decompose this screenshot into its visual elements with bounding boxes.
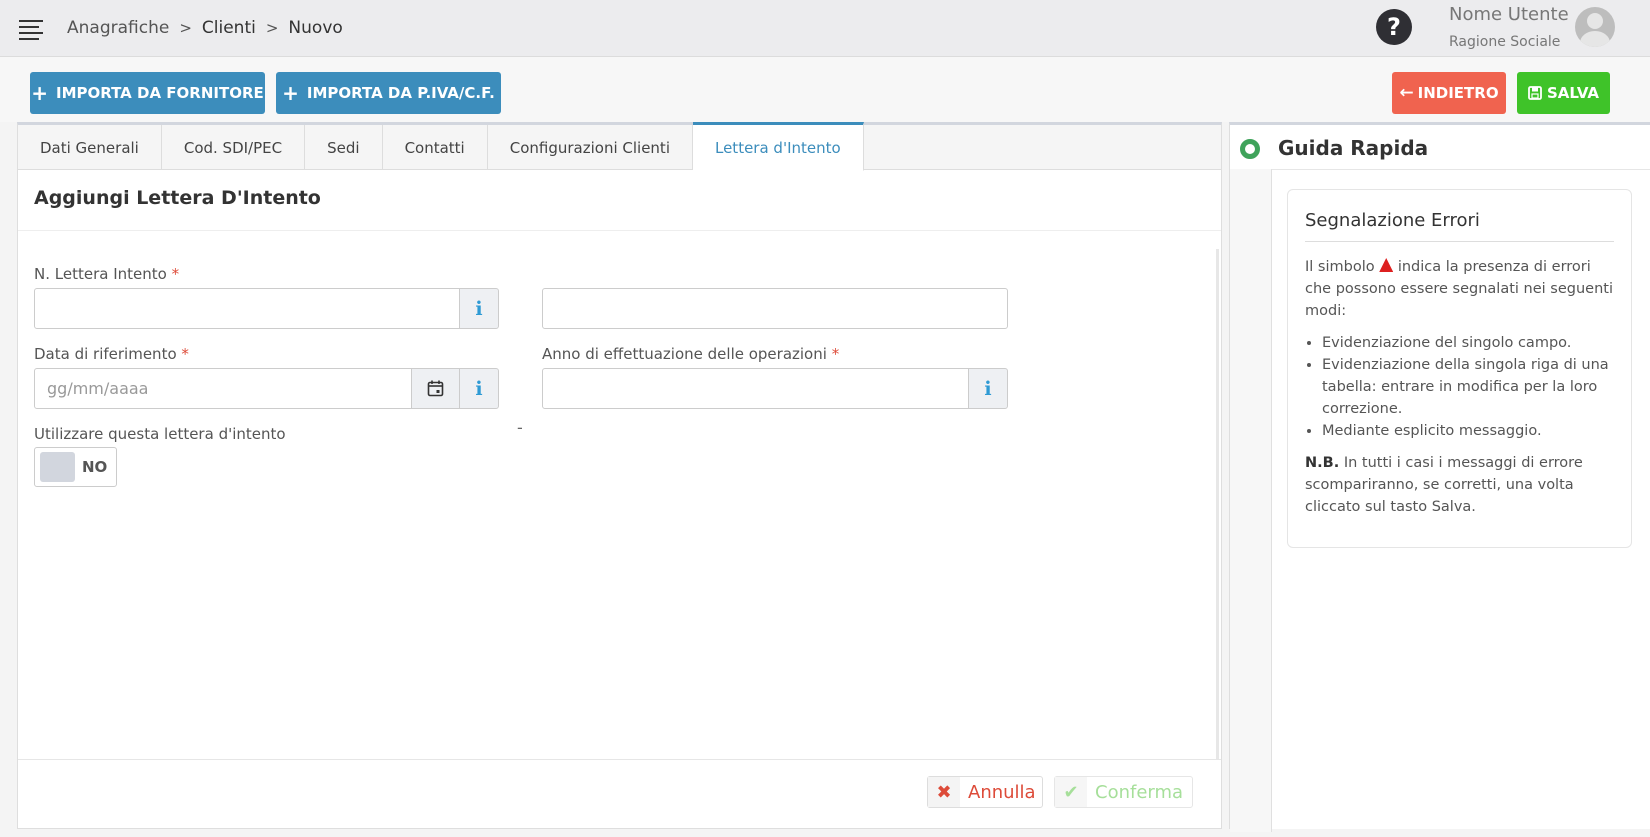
divider (1230, 169, 1650, 170)
save-label: SALVA (1546, 84, 1600, 102)
check-icon: ✔ (1055, 777, 1087, 807)
calendar-icon (427, 380, 444, 397)
info-icon: i (475, 297, 483, 320)
quick-guide-title: Guida Rapida (1278, 136, 1429, 160)
n-lettera-intento-input[interactable] (34, 288, 460, 329)
tab-dati-generali[interactable]: Dati Generali (18, 125, 162, 170)
dash-separator: - (517, 418, 523, 437)
anno-effettuazione-input[interactable] (542, 368, 969, 409)
tab-cod-sdi-pec[interactable]: Cod. SDI/PEC (162, 125, 306, 170)
import-piva-label: IMPORTA DA P.IVA/C.F. (306, 84, 495, 102)
arrow-left-icon: ← (1399, 83, 1414, 103)
section-title: Aggiungi Lettera D'Intento (34, 187, 321, 209)
error-info-intro: Il simbolo indica la presenza di errori … (1305, 256, 1614, 322)
nb-note: N.B. In tutti i casi i messaggi di error… (1305, 452, 1614, 518)
required-marker: * (171, 265, 180, 283)
breadcrumb-clienti[interactable]: Clienti (202, 18, 256, 38)
list-item: Evidenziazione della singola riga di una… (1322, 354, 1614, 420)
error-info-box: Segnalazione Errori Il simbolo indica la… (1287, 189, 1632, 548)
intro-text-before: Il simbolo (1305, 259, 1375, 275)
utilizzare-lettera-label: Utilizzare questa lettera d'intento (34, 425, 286, 443)
utilizzare-lettera-toggle[interactable]: NO (34, 447, 117, 487)
anno-info-button[interactable]: i (968, 368, 1008, 409)
confirm-button[interactable]: ✔ Conferma (1054, 776, 1193, 808)
top-header: Anagrafiche > Clienti > Nuovo ? Nome Ute… (0, 0, 1650, 57)
required-marker: * (181, 345, 189, 363)
main-form-panel: Dati Generali Cod. SDI/PEC Sedi Contatti… (17, 122, 1222, 829)
toggle-knob (40, 452, 75, 482)
import-supplier-label: IMPORTA DA FORNITORE (55, 84, 264, 102)
warning-icon (1379, 258, 1394, 272)
cancel-button[interactable]: ✖ Annulla (927, 776, 1043, 808)
import-piva-button[interactable]: + IMPORTA DA P.IVA/C.F. (276, 72, 501, 114)
back-button[interactable]: ← INDIETRO (1392, 72, 1506, 114)
avatar[interactable] (1575, 7, 1615, 47)
calendar-button[interactable] (411, 368, 460, 409)
anno-effettuazione-label: Anno di effettuazione delle operazioni * (542, 345, 839, 363)
menu-icon[interactable] (19, 18, 43, 40)
n-lettera-intento-label: N. Lettera Intento * (34, 265, 179, 283)
tab-lettera-intento[interactable]: Lettera d'Intento (692, 122, 864, 171)
error-methods-list: Evidenziazione del singolo campo. Eviden… (1305, 332, 1614, 442)
anno-effettuazione-label-text: Anno di effettuazione delle operazioni (542, 345, 827, 363)
cancel-label: Annulla (968, 781, 1036, 803)
breadcrumb-separator: > (265, 19, 279, 37)
tab-bar: Dati Generali Cod. SDI/PEC Sedi Contatti… (18, 122, 1221, 171)
save-button[interactable]: SALVA (1517, 72, 1610, 114)
user-company: Ragione Sociale (1449, 34, 1561, 50)
info-icon: i (475, 377, 483, 400)
back-label: INDIETRO (1417, 84, 1499, 102)
n-lettera-info-button[interactable]: i (459, 288, 499, 329)
info-icon: i (984, 377, 992, 400)
divider (18, 230, 1221, 231)
action-toolbar: + IMPORTA DA FORNITORE + IMPORTA DA P.IV… (0, 57, 1650, 122)
nb-text: In tutti i casi i messaggi di errore sco… (1305, 455, 1583, 515)
lifebuoy-icon (1240, 139, 1260, 159)
breadcrumb-separator: > (179, 19, 192, 37)
list-item: Evidenziazione del singolo campo. (1322, 332, 1614, 354)
tab-contatti[interactable]: Contatti (383, 125, 488, 170)
help-icon[interactable]: ? (1376, 9, 1412, 45)
data-riferimento-label-text: Data di riferimento (34, 345, 177, 363)
data-riferimento-label: Data di riferimento * (34, 345, 189, 363)
data-riferimento-input[interactable]: gg/mm/aaaa (34, 368, 412, 409)
tab-configurazioni-clienti[interactable]: Configurazioni Clienti (488, 125, 693, 170)
error-info-title: Segnalazione Errori (1305, 210, 1614, 242)
scrollbar[interactable] (1216, 249, 1219, 759)
required-marker: * (831, 345, 840, 363)
n-lettera-intento-suffix-input[interactable] (542, 288, 1008, 329)
breadcrumb-nuovo: Nuovo (288, 18, 343, 38)
list-item: Mediante esplicito messaggio. (1322, 420, 1614, 442)
plus-icon: + (31, 81, 48, 105)
help-side-strip (1230, 169, 1272, 832)
tab-sedi[interactable]: Sedi (305, 125, 383, 170)
import-supplier-button[interactable]: + IMPORTA DA FORNITORE (30, 72, 265, 114)
divider (18, 759, 1221, 760)
quick-guide-panel: Guida Rapida Segnalazione Errori Il simb… (1229, 122, 1650, 832)
data-riferimento-info-button[interactable]: i (459, 368, 499, 409)
confirm-label: Conferma (1095, 781, 1184, 803)
close-icon: ✖ (928, 777, 960, 807)
user-name: Nome Utente (1449, 4, 1569, 25)
n-lettera-intento-label-text: N. Lettera Intento (34, 265, 167, 283)
breadcrumb-anagrafiche[interactable]: Anagrafiche (67, 18, 169, 38)
toggle-state-label: NO (82, 458, 108, 476)
breadcrumb: Anagrafiche > Clienti > Nuovo (67, 18, 343, 38)
nb-label: N.B. (1305, 455, 1340, 471)
floppy-disk-icon (1528, 86, 1542, 100)
plus-icon: + (282, 81, 299, 105)
